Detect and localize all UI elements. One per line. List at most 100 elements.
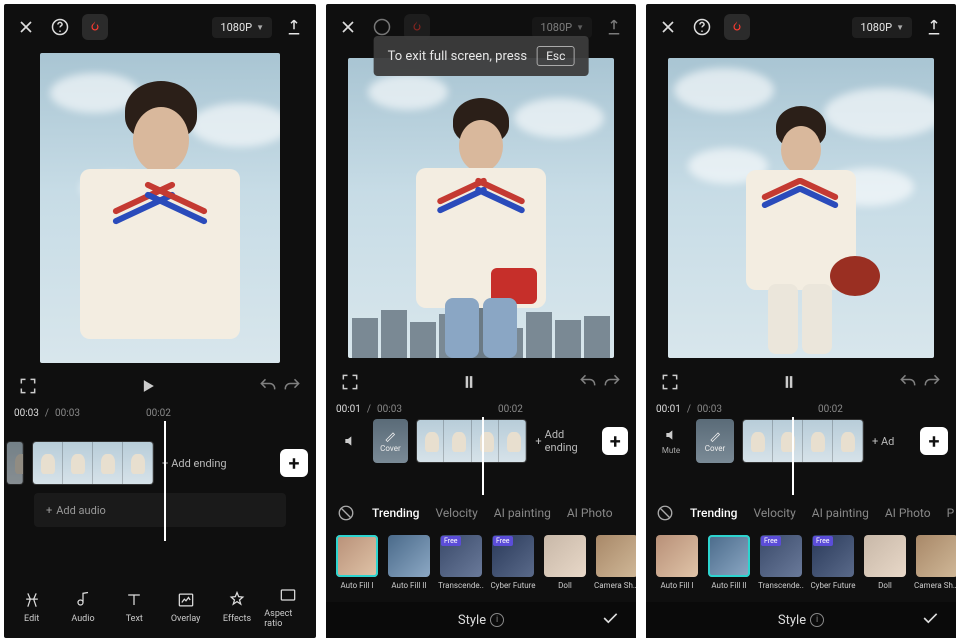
- help-icon[interactable]: [48, 15, 72, 39]
- effect-item[interactable]: Doll: [862, 535, 908, 590]
- tool-effects[interactable]: Effects: [213, 590, 261, 624]
- effect-item[interactable]: Auto Fill II: [706, 535, 752, 590]
- timeline[interactable]: Cover + Add ending +: [326, 417, 636, 495]
- editor-pane-1: 1080P▼ 00:03 / 00:03 00:02: [4, 4, 316, 638]
- tool-edit[interactable]: Edit: [8, 590, 56, 624]
- add-clip-button[interactable]: +: [280, 449, 308, 477]
- playback-controls: [326, 362, 636, 402]
- info-icon[interactable]: i: [490, 613, 504, 627]
- tool-audio[interactable]: Audio: [59, 590, 107, 624]
- total-time: 00:03: [377, 404, 402, 415]
- top-bar: 1080P▼: [4, 4, 316, 50]
- clip-main[interactable]: [416, 419, 528, 463]
- preview-area: [4, 50, 316, 366]
- effect-label: Auto Fill I: [654, 581, 700, 590]
- effects-list[interactable]: Auto Fill I Auto Fill II FreeTranscende..F…: [326, 531, 636, 594]
- export-icon[interactable]: [602, 18, 626, 36]
- resolution-selector[interactable]: 1080P▼: [532, 17, 592, 38]
- clip-main[interactable]: [32, 441, 154, 485]
- effect-item[interactable]: Auto Fill II: [386, 535, 432, 590]
- fullscreen-icon[interactable]: [16, 374, 40, 398]
- add-clip-button[interactable]: +: [602, 427, 628, 455]
- effect-label: Auto Fill II: [386, 581, 432, 590]
- tab-more[interactable]: P: [947, 506, 955, 520]
- clip-prev[interactable]: [6, 441, 24, 485]
- effect-label: Transcende..: [438, 581, 484, 590]
- effect-tabs: Trending Velocity AI painting AI Photo: [326, 495, 636, 531]
- pause-icon[interactable]: [777, 370, 801, 394]
- style-label: Style: [778, 613, 806, 628]
- cover-button[interactable]: Cover: [696, 419, 734, 463]
- current-time: 00:01: [656, 404, 681, 415]
- effect-label: Doll: [862, 581, 908, 590]
- help-icon[interactable]: [690, 15, 714, 39]
- timeline[interactable]: Mute Cover + Ad +: [646, 417, 956, 495]
- close-icon[interactable]: [336, 15, 360, 39]
- add-audio-button[interactable]: + Add audio: [34, 493, 286, 527]
- tool-aspect[interactable]: Aspect ratio: [264, 585, 312, 629]
- resolution-selector[interactable]: 1080P▼: [212, 17, 272, 38]
- effect-tabs: Trending Velocity AI painting AI Photo P: [646, 495, 956, 531]
- tab-trending[interactable]: Trending: [372, 506, 419, 520]
- effect-item[interactable]: FreeTranscende..: [758, 535, 804, 590]
- mute-button[interactable]: [334, 433, 365, 449]
- effect-item[interactable]: FreeCyber Future: [810, 535, 856, 590]
- export-icon[interactable]: [282, 18, 306, 36]
- effect-item[interactable]: Doll: [542, 535, 588, 590]
- tab-ai-photo[interactable]: AI Photo: [567, 506, 613, 520]
- close-icon[interactable]: [14, 15, 38, 39]
- undo-icon[interactable]: [896, 370, 920, 394]
- current-time: 00:03: [14, 408, 39, 419]
- clip-main[interactable]: [742, 419, 864, 463]
- pause-icon[interactable]: [457, 370, 481, 394]
- tool-text[interactable]: Text: [110, 590, 158, 624]
- cover-button[interactable]: Cover: [373, 419, 408, 463]
- fullscreen-icon[interactable]: [338, 370, 362, 394]
- effect-label: Camera Sha..: [914, 581, 956, 590]
- confirm-icon[interactable]: [600, 608, 620, 632]
- tab-ai-painting[interactable]: AI painting: [494, 506, 551, 520]
- effect-item[interactable]: FreeTranscende..: [438, 535, 484, 590]
- add-ending-button[interactable]: + Ad: [872, 435, 894, 448]
- undo-icon[interactable]: [256, 374, 280, 398]
- export-icon[interactable]: [922, 18, 946, 36]
- tool-overlay[interactable]: Overlay: [162, 590, 210, 624]
- playback-controls: [646, 362, 956, 402]
- fullscreen-icon[interactable]: [658, 370, 682, 394]
- tab-ai-painting[interactable]: AI painting: [812, 506, 869, 520]
- effect-item[interactable]: Auto Fill I: [654, 535, 700, 590]
- none-icon[interactable]: [656, 503, 674, 523]
- timeline[interactable]: + Add ending + + Add audio: [4, 421, 316, 541]
- tab-ai-photo[interactable]: AI Photo: [885, 506, 931, 520]
- play-icon[interactable]: [136, 374, 160, 398]
- none-icon[interactable]: [336, 503, 356, 523]
- add-clip-button[interactable]: +: [920, 427, 948, 455]
- undo-icon[interactable]: [576, 370, 600, 394]
- confirm-icon[interactable]: [920, 608, 940, 632]
- info-icon[interactable]: i: [810, 613, 824, 627]
- redo-icon[interactable]: [280, 374, 304, 398]
- tab-velocity[interactable]: Velocity: [753, 506, 795, 520]
- add-ending-button[interactable]: + Add ending: [535, 428, 594, 454]
- effect-item[interactable]: Camera Sha..: [914, 535, 956, 590]
- close-icon[interactable]: [656, 15, 680, 39]
- mute-button[interactable]: Mute: [654, 427, 688, 455]
- effect-item[interactable]: Camera Sha..: [594, 535, 636, 590]
- editor-pane-3: 1080P▼ 00:01/00:03: [646, 4, 956, 638]
- flame-icon[interactable]: [82, 14, 108, 40]
- add-ending-button[interactable]: + Add ending: [162, 457, 227, 470]
- tooltip-key: Esc: [537, 46, 574, 66]
- redo-icon[interactable]: [600, 370, 624, 394]
- redo-icon[interactable]: [920, 370, 944, 394]
- top-bar: 1080P▼: [646, 4, 956, 50]
- total-time: 00:03: [697, 404, 722, 415]
- effect-item[interactable]: FreeCyber Future: [490, 535, 536, 590]
- tab-velocity[interactable]: Velocity: [435, 506, 477, 520]
- editor-pane-2: 1080P▼ To exit full screen, press Esc: [326, 4, 636, 638]
- tab-trending[interactable]: Trending: [690, 506, 737, 520]
- effects-list[interactable]: Auto Fill I Auto Fill IIFreeTranscende..F…: [646, 531, 956, 594]
- flame-icon[interactable]: [724, 14, 750, 40]
- resolution-selector[interactable]: 1080P▼: [852, 17, 912, 38]
- effect-label: Cyber Future: [490, 581, 536, 590]
- effect-item[interactable]: Auto Fill I: [334, 535, 380, 590]
